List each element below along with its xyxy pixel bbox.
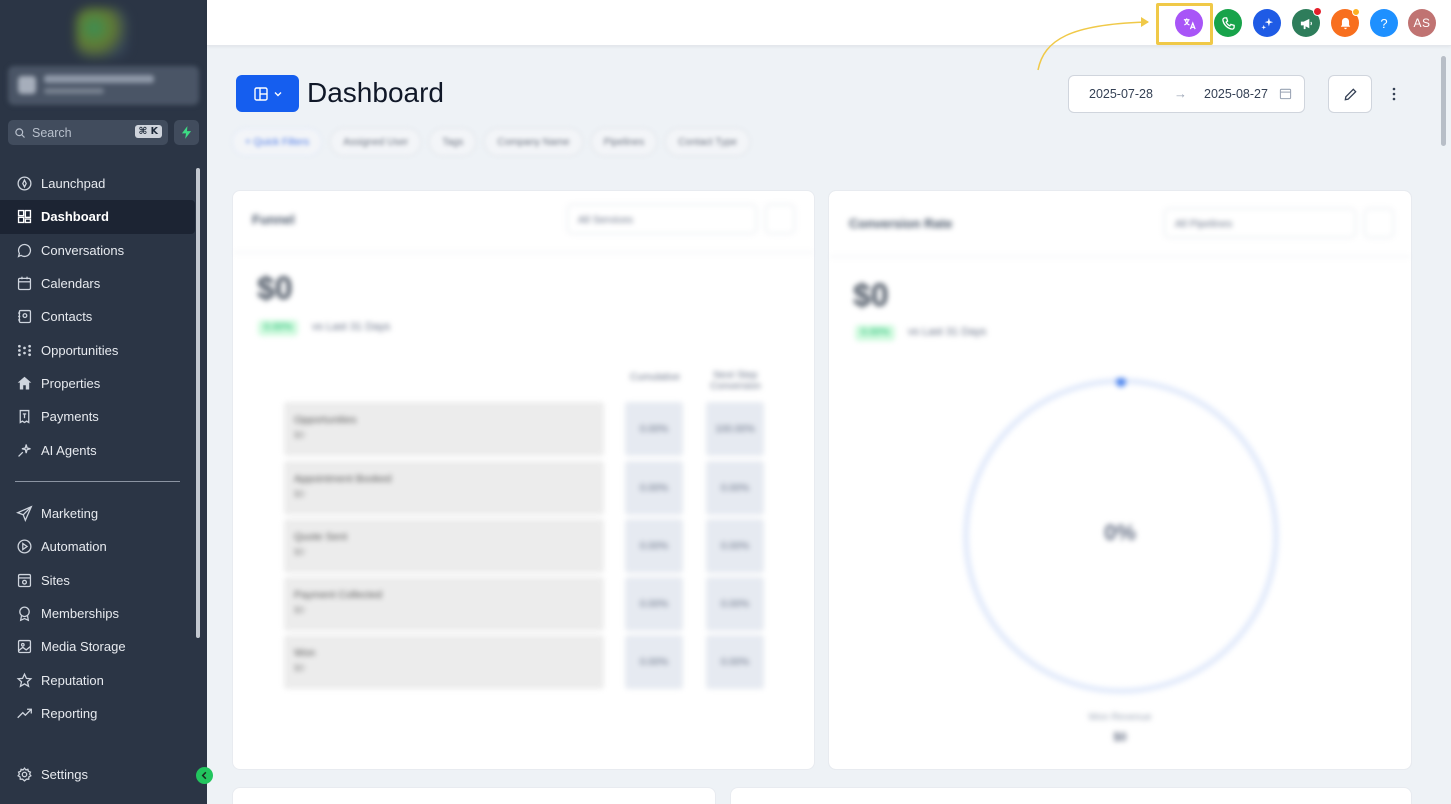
funnel-row: Payment Collected $0 — [284, 577, 604, 631]
funnel-change-badge: 0.00% — [258, 320, 299, 336]
funnel-col-cumulative: Cumulative — [629, 372, 681, 383]
funnel-cell: 0.00% — [706, 519, 764, 573]
funnel-cell: 0.00% — [706, 635, 764, 689]
funnel-cell: 0.00% — [625, 402, 683, 456]
funnel-row: Quote Sent $0 — [284, 519, 604, 573]
conversion-total-value: $0 — [853, 277, 889, 313]
conversion-change-badge: 0.00% — [855, 325, 896, 341]
funnel-cell: 0.00% — [625, 461, 683, 515]
funnel-widget-content: Funnel All Services $0 0.00% vs Last 31 … — [0, 0, 1451, 804]
funnel-row: Appointment Booked $0 — [284, 461, 604, 515]
conversion-pipeline-select[interactable]: All Pipelines — [1164, 208, 1356, 238]
funnel-row: Opportunities $0 — [284, 402, 604, 456]
funnel-cell: 0.00% — [625, 577, 683, 631]
funnel-title: Funnel — [252, 212, 295, 227]
funnel-total-value: $0 — [257, 270, 293, 306]
bottom-widget-right — [730, 787, 1412, 804]
won-revenue-label: Won Revenue — [1088, 712, 1152, 723]
funnel-cell: 0.00% — [706, 577, 764, 631]
funnel-col-next-step: Next Step Conversion — [710, 370, 761, 392]
conversion-compare-note: vs Last 31 Days — [908, 326, 987, 338]
funnel-compare-note: vs Last 31 Days — [312, 321, 391, 333]
conversion-menu-button[interactable] — [1364, 208, 1394, 238]
funnel-cell: 0.00% — [625, 519, 683, 573]
funnel-cell: 100.00% — [706, 402, 764, 456]
won-revenue-value: $0 — [1113, 730, 1127, 744]
funnel-row: Won $0 — [284, 635, 604, 689]
bottom-widget-left — [232, 787, 716, 804]
funnel-cell: 0.00% — [706, 461, 764, 515]
page-scrollbar[interactable] — [1441, 56, 1446, 146]
conversion-rate-value: 0% — [1104, 520, 1136, 545]
funnel-cell: 0.00% — [625, 635, 683, 689]
conversion-title: Conversion Rate — [849, 216, 953, 231]
funnel-menu-button[interactable] — [765, 204, 795, 234]
conversion-divider — [829, 256, 1411, 257]
funnel-service-select[interactable]: All Services — [567, 204, 757, 234]
